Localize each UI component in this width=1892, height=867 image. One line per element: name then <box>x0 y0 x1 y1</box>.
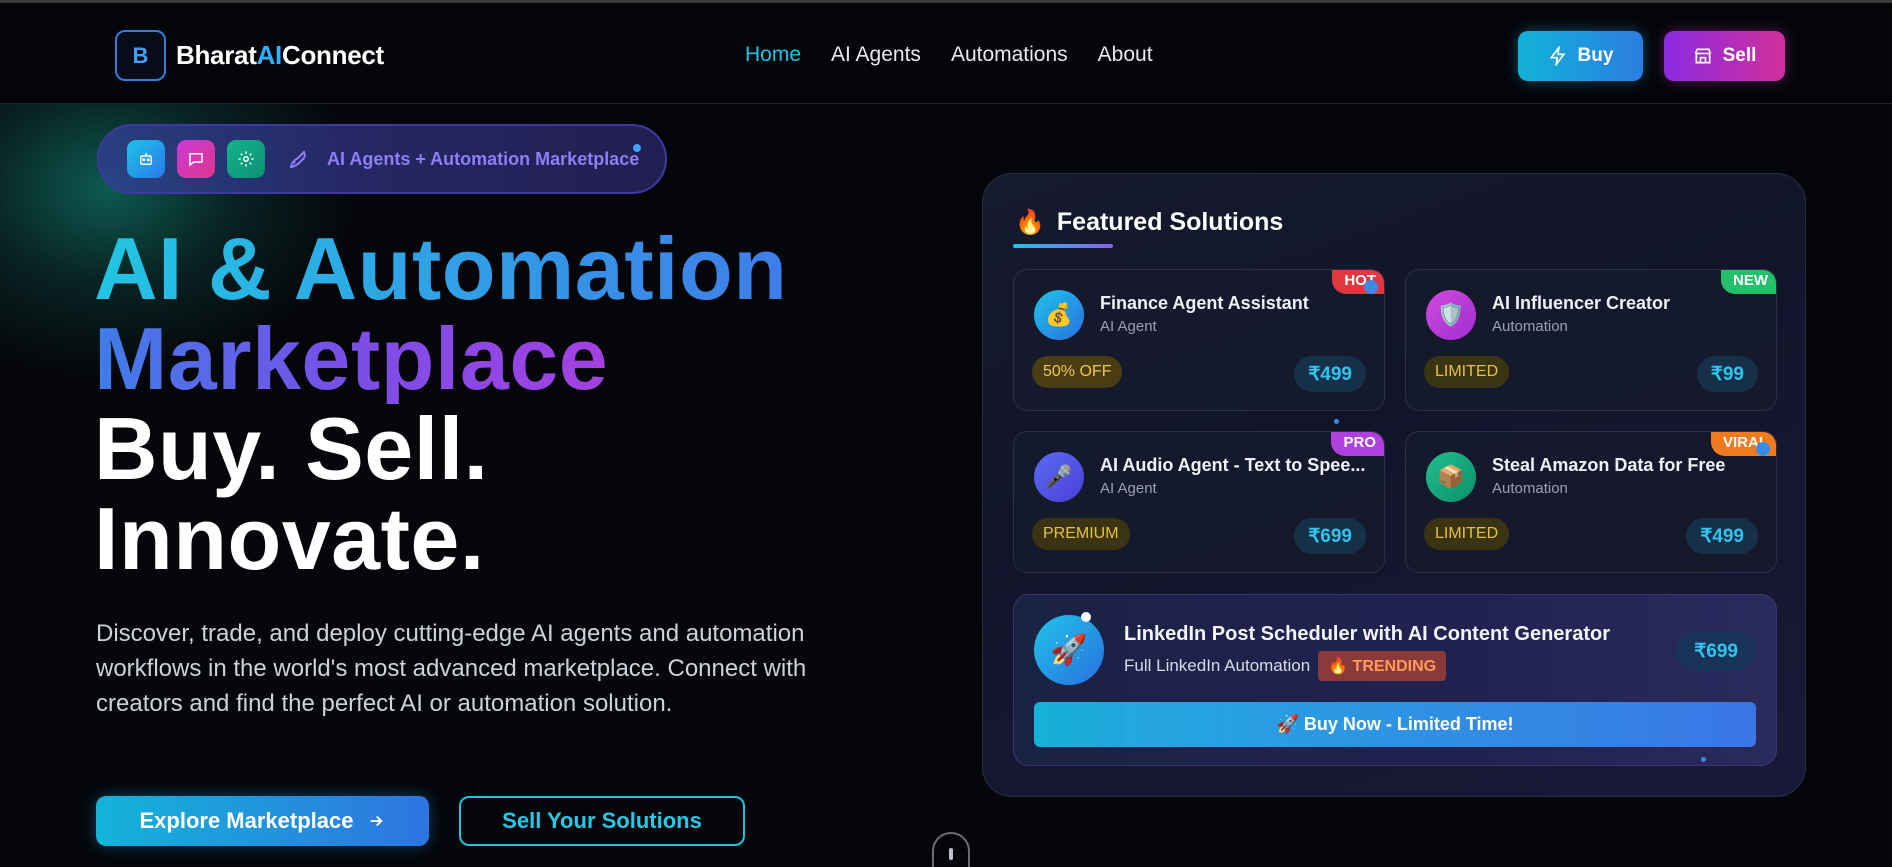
highlight-price: ₹699 <box>1676 631 1756 671</box>
package-icon: 📦 <box>1426 452 1476 502</box>
featured-title: 🔥 Featured Solutions <box>1015 208 1284 236</box>
new-badge: NEW <box>1721 270 1776 294</box>
card-title: Steal Amazon Data for Free <box>1492 455 1726 475</box>
decor-dot <box>1701 757 1706 762</box>
headline-line-2: Marketplace <box>94 309 609 408</box>
shield-icon: 🛡️ <box>1426 290 1476 340</box>
chat-icon <box>177 140 215 178</box>
limited-tag: LIMITED <box>1424 356 1510 388</box>
gear-icon <box>227 140 265 178</box>
robot-icon <box>127 140 165 178</box>
store-icon <box>1694 48 1711 64</box>
highlight-subtitle: Full LinkedIn Automation 🔥 TRENDING <box>1124 651 1447 681</box>
buy-button[interactable]: Buy <box>1518 31 1643 81</box>
card-title: AI Influencer Creator <box>1492 293 1671 313</box>
card-category: AI Agent <box>1100 480 1157 497</box>
explore-marketplace-button[interactable]: Explore Marketplace <box>96 796 429 846</box>
hero-headline: AI & Automation Marketplace Buy. Sell. I… <box>94 224 788 584</box>
hero-description: Discover, trade, and deploy cutting-edge… <box>96 620 807 717</box>
brand-logo[interactable]: B BharatAIConnect <box>115 30 384 81</box>
trending-badge: 🔥 TRENDING <box>1318 651 1447 681</box>
card-category: AI Agent <box>1100 318 1157 335</box>
decor-dot <box>1334 419 1339 424</box>
buy-now-button[interactable]: 🚀 Buy Now - Limited Time! <box>1034 702 1756 747</box>
sell-solutions-button[interactable]: Sell Your Solutions <box>459 796 745 846</box>
headline-line-4: Innovate. <box>94 489 485 588</box>
arrow-right-icon <box>371 815 384 827</box>
decor-dot <box>1081 612 1091 622</box>
top-navbar: B BharatAIConnect Home AI Agents Automat… <box>0 0 1892 104</box>
pill-label: AI Agents + Automation Marketplace <box>285 147 639 171</box>
highlight-title: LinkedIn Post Scheduler with AI Content … <box>1124 623 1610 645</box>
card-price: ₹99 <box>1696 356 1758 392</box>
money-bag-icon: 💰 <box>1034 290 1084 340</box>
featured-solutions-panel: 🔥 Featured Solutions 💰 Finance Agent Ass… <box>982 173 1806 797</box>
card-price: ₹499 <box>1686 518 1758 554</box>
badge-dot <box>1756 442 1770 456</box>
card-title: Finance Agent Assistant <box>1100 293 1309 313</box>
pro-badge: PRO <box>1331 432 1384 456</box>
pill-dot <box>633 144 641 152</box>
card-category: Automation <box>1492 318 1568 335</box>
marketplace-pill: AI Agents + Automation Marketplace <box>97 124 667 194</box>
highlight-card[interactable]: 🚀 LinkedIn Post Scheduler with AI Conten… <box>1013 594 1777 766</box>
headline-line-3: Buy. Sell. <box>94 399 489 498</box>
discount-tag: 50% OFF <box>1032 356 1123 388</box>
solution-card[interactable]: 💰 Finance Agent Assistant AI Agent 50% O… <box>1013 269 1385 411</box>
solution-card[interactable]: 📦 Steal Amazon Data for Free Automation … <box>1405 431 1777 573</box>
nav-links: Home AI Agents Automations About <box>745 43 1153 67</box>
logo-mark: B <box>115 30 166 81</box>
headline-line-1: AI & Automation <box>94 219 788 318</box>
scroll-indicator[interactable] <box>932 832 970 867</box>
lightning-icon <box>1549 46 1566 66</box>
title-underline <box>1013 244 1113 248</box>
card-title: AI Audio Agent - Text to Spee... <box>1100 455 1366 475</box>
nav-about-link[interactable]: About <box>1098 43 1153 67</box>
nav-automations-link[interactable]: Automations <box>951 43 1068 67</box>
badge-dot <box>1364 280 1378 294</box>
limited-tag: LIMITED <box>1424 518 1510 550</box>
rocket-outline-icon <box>289 150 306 169</box>
solution-card[interactable]: 🛡️ AI Influencer Creator Automation LIMI… <box>1405 269 1777 411</box>
brand-name: BharatAIConnect <box>176 40 384 70</box>
rocket-icon: 🚀 <box>1034 615 1104 685</box>
microphone-icon: 🎤 <box>1034 452 1084 502</box>
fire-icon: 🔥 <box>1015 209 1045 236</box>
nav-ai-agents-link[interactable]: AI Agents <box>831 43 921 67</box>
card-price: ₹699 <box>1294 518 1366 554</box>
premium-tag: PREMIUM <box>1032 518 1130 550</box>
solution-card[interactable]: 🎤 AI Audio Agent - Text to Spee... AI Ag… <box>1013 431 1385 573</box>
sell-button[interactable]: Sell <box>1664 31 1785 81</box>
card-category: Automation <box>1492 480 1568 497</box>
nav-home-link[interactable]: Home <box>745 43 801 67</box>
card-price: ₹499 <box>1294 356 1366 392</box>
